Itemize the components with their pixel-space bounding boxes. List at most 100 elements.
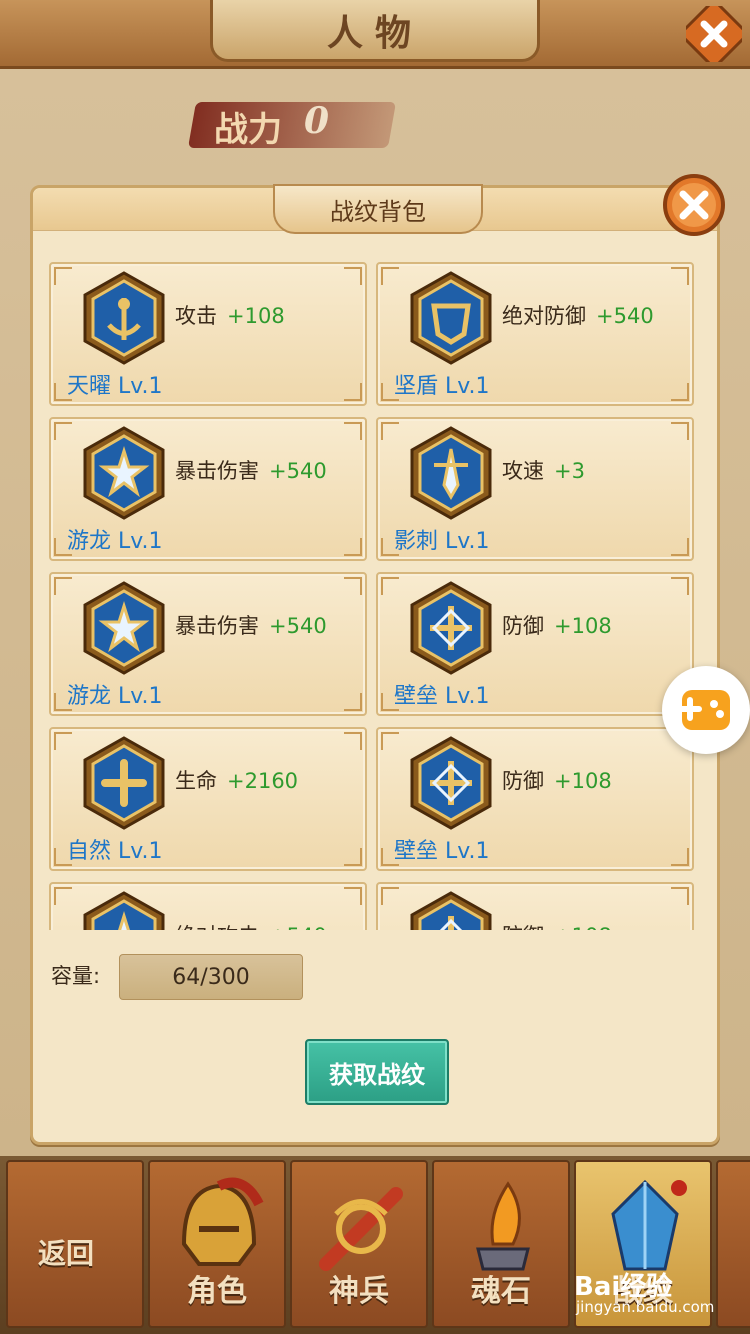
rune-card[interactable]: 暴击伤害 +540 游龙 Lv.1 bbox=[49, 417, 367, 561]
rune-card[interactable]: 攻速 +3 影刺 Lv.1 bbox=[376, 417, 694, 561]
card-corner bbox=[671, 422, 689, 440]
rune-card[interactable]: 绝对攻击 +540 bbox=[49, 882, 367, 930]
rune-stat: 绝对防御 +540 bbox=[502, 300, 654, 330]
star-emblem-icon bbox=[83, 891, 165, 930]
card-corner bbox=[54, 732, 72, 750]
card-corner bbox=[344, 538, 362, 556]
capacity-value: 64/300 bbox=[119, 954, 303, 1000]
rune-name-level: 游龙 Lv.1 bbox=[67, 529, 163, 554]
card-corner bbox=[671, 538, 689, 556]
gamepad-icon bbox=[678, 690, 730, 730]
panel-title: 战纹背包 bbox=[273, 184, 483, 234]
cross-emblem-icon bbox=[410, 581, 492, 675]
watermark-url: jingyan.baidu.com bbox=[576, 1298, 715, 1316]
rune-name-level: 坚盾 Lv.1 bbox=[394, 374, 490, 399]
back-button[interactable]: 返回 bbox=[6, 1160, 144, 1328]
rune-stat: 攻速 +3 bbox=[502, 455, 585, 485]
capacity-label: 容量: bbox=[51, 964, 101, 988]
card-corner bbox=[344, 732, 362, 750]
rune-card[interactable]: 防御 +108 bbox=[376, 882, 694, 930]
close-icon[interactable] bbox=[681, 1, 747, 67]
stat-bonus: +108 bbox=[554, 769, 612, 793]
rune-card[interactable]: 绝对防御 +540 坚盾 Lv.1 bbox=[376, 262, 694, 406]
stat-bonus: +108 bbox=[227, 304, 285, 328]
card-corner bbox=[344, 693, 362, 711]
rune-grid[interactable]: 攻击 +108 天曜 Lv.1 绝对防御 +540 坚盾 Lv.1 暴击伤害 +540 游龙 L… bbox=[49, 262, 701, 930]
panel-close-icon[interactable] bbox=[661, 172, 727, 238]
cross-emblem-icon bbox=[410, 891, 492, 930]
stat-bonus: +540 bbox=[596, 304, 654, 328]
card-corner bbox=[671, 577, 689, 595]
card-corner bbox=[54, 577, 72, 595]
stat-bonus: +108 bbox=[554, 614, 612, 638]
card-corner bbox=[381, 422, 399, 440]
rune-card[interactable]: 防御 +108 壁垒 Lv.1 bbox=[376, 727, 694, 871]
stat-name: 防御 bbox=[502, 769, 544, 793]
card-corner bbox=[344, 422, 362, 440]
card-corner bbox=[344, 577, 362, 595]
shield-emblem-icon bbox=[410, 271, 492, 365]
power-value: 0 bbox=[304, 100, 330, 142]
rune-stat: 暴击伤害 +540 bbox=[175, 455, 327, 485]
rune-card[interactable]: 暴击伤害 +540 游龙 Lv.1 bbox=[49, 572, 367, 716]
star-emblem-icon bbox=[83, 426, 165, 520]
get-rune-button[interactable]: 获取战纹 bbox=[305, 1039, 449, 1105]
nav-item-soul-stone[interactable]: 魂石 bbox=[432, 1160, 570, 1328]
stat-name: 攻击 bbox=[175, 304, 217, 328]
stat-bonus: +540 bbox=[269, 614, 327, 638]
floating-game-button[interactable] bbox=[662, 666, 750, 754]
rune-stat: 防御 +108 bbox=[502, 610, 612, 640]
card-corner bbox=[381, 887, 399, 905]
blade-emblem-icon bbox=[410, 426, 492, 520]
card-corner bbox=[671, 848, 689, 866]
nav-item-role[interactable]: 角色 bbox=[148, 1160, 286, 1328]
cross-emblem-icon bbox=[410, 736, 492, 830]
card-corner bbox=[344, 267, 362, 285]
rune-name-level: 天曜 Lv.1 bbox=[67, 374, 163, 399]
stat-name: 防御 bbox=[502, 614, 544, 638]
rune-name-level: 影刺 Lv.1 bbox=[394, 529, 490, 554]
card-corner bbox=[54, 422, 72, 440]
nav-label-soul-stone: 魂石 bbox=[471, 1274, 531, 1309]
stat-bonus: +540 bbox=[269, 924, 327, 930]
stat-name: 绝对攻击 bbox=[175, 924, 259, 930]
stat-bonus: +540 bbox=[269, 459, 327, 483]
rune-name-level: 壁垒 Lv.1 bbox=[394, 839, 490, 864]
card-corner bbox=[54, 267, 72, 285]
watermark: Bai经验 jingyan.baidu.com bbox=[574, 1266, 744, 1326]
card-corner bbox=[54, 887, 72, 905]
stat-bonus: +2160 bbox=[227, 769, 299, 793]
rune-stat: 防御 +108 bbox=[502, 920, 612, 930]
nav-label-weapon: 神兵 bbox=[329, 1274, 389, 1309]
card-corner bbox=[671, 887, 689, 905]
stat-name: 暴击伤害 bbox=[175, 459, 259, 483]
stat-bonus: +108 bbox=[554, 924, 612, 930]
rune-stat: 暴击伤害 +540 bbox=[175, 610, 327, 640]
stat-name: 防御 bbox=[502, 924, 544, 930]
rune-card[interactable]: 攻击 +108 天曜 Lv.1 bbox=[49, 262, 367, 406]
page-title: 人物 bbox=[210, 0, 540, 62]
rune-stat: 攻击 +108 bbox=[175, 300, 285, 330]
rune-name-level: 壁垒 Lv.1 bbox=[394, 684, 490, 709]
nav-label-role: 角色 bbox=[187, 1274, 247, 1309]
rune-card[interactable]: 防御 +108 壁垒 Lv.1 bbox=[376, 572, 694, 716]
card-corner bbox=[381, 577, 399, 595]
card-corner bbox=[381, 732, 399, 750]
card-corner bbox=[671, 267, 689, 285]
rune-stat: 防御 +108 bbox=[502, 765, 612, 795]
combat-power: 战力 0 bbox=[187, 96, 442, 156]
power-label: 战力 bbox=[214, 110, 282, 150]
card-corner bbox=[671, 383, 689, 401]
plus-emblem-icon bbox=[83, 736, 165, 830]
star-emblem-icon bbox=[83, 581, 165, 675]
nav-item-weapon[interactable]: 神兵 bbox=[290, 1160, 428, 1328]
stat-name: 生命 bbox=[175, 769, 217, 793]
stat-name: 绝对防御 bbox=[502, 304, 586, 328]
rune-card[interactable]: 生命 +2160 自然 Lv.1 bbox=[49, 727, 367, 871]
card-corner bbox=[344, 848, 362, 866]
rune-stat: 生命 +2160 bbox=[175, 765, 298, 795]
card-corner bbox=[344, 887, 362, 905]
rune-name-level: 游龙 Lv.1 bbox=[67, 684, 163, 709]
rune-name-level: 自然 Lv.1 bbox=[67, 839, 163, 864]
card-corner bbox=[381, 267, 399, 285]
